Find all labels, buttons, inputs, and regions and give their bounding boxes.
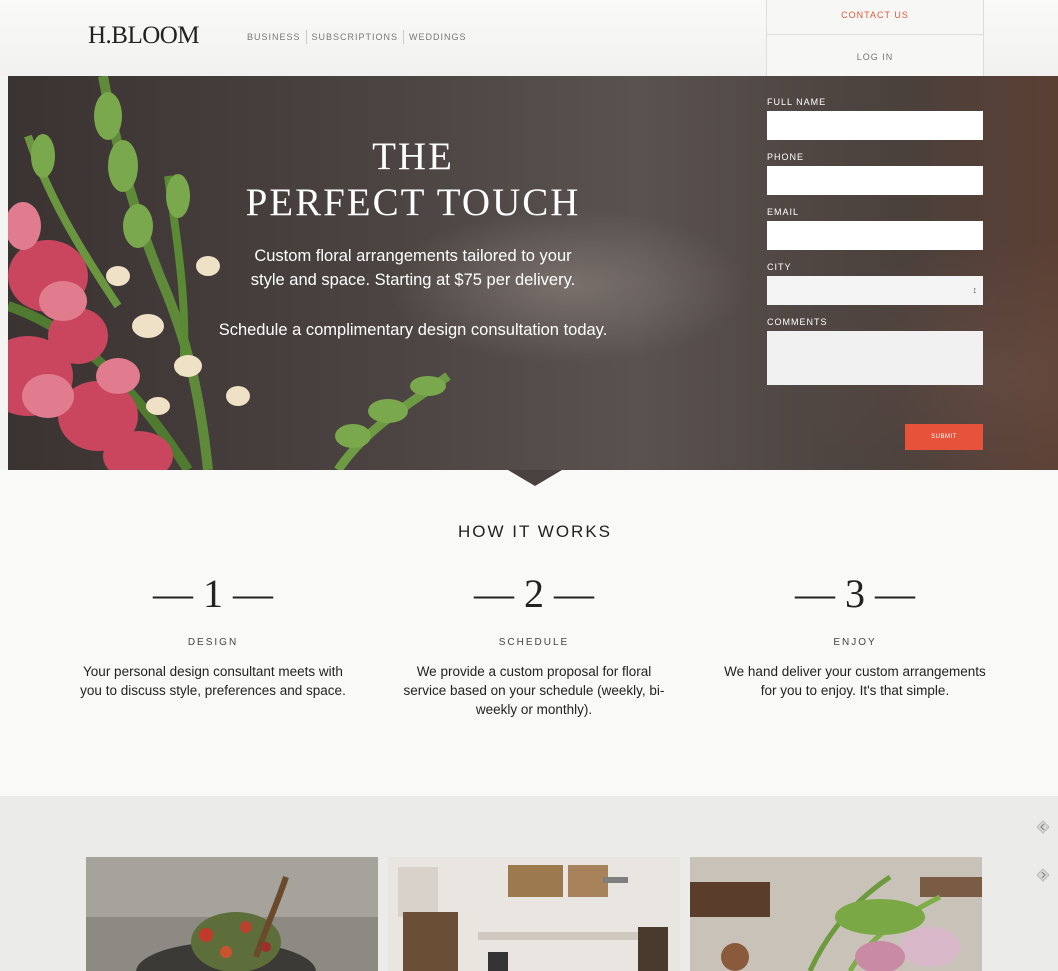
step-label: DESIGN	[187, 637, 239, 648]
gallery-photo-2[interactable]	[388, 857, 680, 971]
hero-title-line1: THE	[372, 135, 454, 178]
site-header: H.BLOOM BUSINESS SUBSCRIPTIONS WEDDINGS …	[0, 0, 1058, 76]
city-select[interactable]: ↕	[767, 276, 983, 305]
step-description: We hand deliver your custom arrangements…	[724, 664, 986, 698]
comments-label: COMMENTS	[767, 317, 828, 327]
hero-title-line2: PERFECT TOUCH	[245, 181, 581, 224]
log-in-link[interactable]: LOG IN	[767, 35, 983, 76]
full-name-input[interactable]	[767, 111, 983, 140]
hero-pointer	[508, 470, 562, 486]
step-description: Your personal design consultant meets wi…	[80, 664, 346, 698]
submit-button[interactable]: SUBMIT	[905, 424, 983, 450]
email-label: EMAIL	[767, 207, 800, 217]
hero-cta-text: Schedule a complimentary design consulta…	[218, 321, 608, 339]
comments-textarea[interactable]	[767, 331, 983, 385]
contact-us-link[interactable]: CONTACT US	[767, 0, 983, 35]
full-name-label: FULL NAME	[767, 97, 827, 107]
chevron-right-icon[interactable]	[1036, 868, 1050, 882]
step-enjoy: — 3 — ENJOY We hand deliver your custom …	[715, 570, 995, 700]
gallery-photo-1[interactable]	[86, 857, 378, 971]
step-number: — 3 —	[795, 571, 915, 616]
consultation-form: FULL NAME PHONE EMAIL CITY ↕ COMMENTS SU…	[767, 96, 983, 450]
step-number: — 1 —	[153, 571, 273, 616]
email-input[interactable]	[767, 221, 983, 250]
nav-weddings[interactable]: WEDDINGS	[404, 32, 472, 44]
how-it-works-section: HOW IT WORKS — 1 — DESIGN Your personal …	[0, 470, 1058, 796]
hero-text: THE PERFECT TOUCH Custom floral arrangem…	[128, 134, 698, 340]
select-arrow-icon: ↕	[972, 285, 978, 295]
step-description: We provide a custom proposal for floral …	[403, 664, 665, 717]
account-box: CONTACT US LOG IN	[766, 0, 984, 76]
city-label: CITY	[767, 262, 792, 272]
nav-subscriptions[interactable]: SUBSCRIPTIONS	[307, 32, 404, 44]
phone-label: PHONE	[767, 152, 805, 162]
gallery-photo-3[interactable]	[690, 857, 982, 971]
step-number: — 2 —	[474, 571, 594, 616]
step-label: SCHEDULE	[498, 637, 570, 648]
step-label: ENJOY	[833, 637, 877, 648]
logo[interactable]: H.BLOOM	[88, 22, 200, 50]
chevron-left-icon[interactable]	[1036, 820, 1050, 834]
hero-title: THE PERFECT TOUCH	[128, 134, 698, 226]
hero-subtitle: Custom floral arrangements tailored to y…	[128, 244, 698, 292]
hero-subtitle-line1: Custom floral arrangements tailored to y…	[254, 247, 572, 265]
gallery-section	[0, 796, 1058, 971]
how-it-works-title: HOW IT WORKS	[457, 522, 612, 541]
nav-business[interactable]: BUSINESS	[247, 32, 306, 44]
step-design: — 1 — DESIGN Your personal design consul…	[73, 570, 353, 700]
hero-subtitle-line2: style and space. Starting at $75 per del…	[250, 271, 576, 289]
step-schedule: — 2 — SCHEDULE We provide a custom propo…	[394, 570, 674, 719]
phone-input[interactable]	[767, 166, 983, 195]
main-nav: BUSINESS SUBSCRIPTIONS WEDDINGS	[247, 30, 472, 44]
